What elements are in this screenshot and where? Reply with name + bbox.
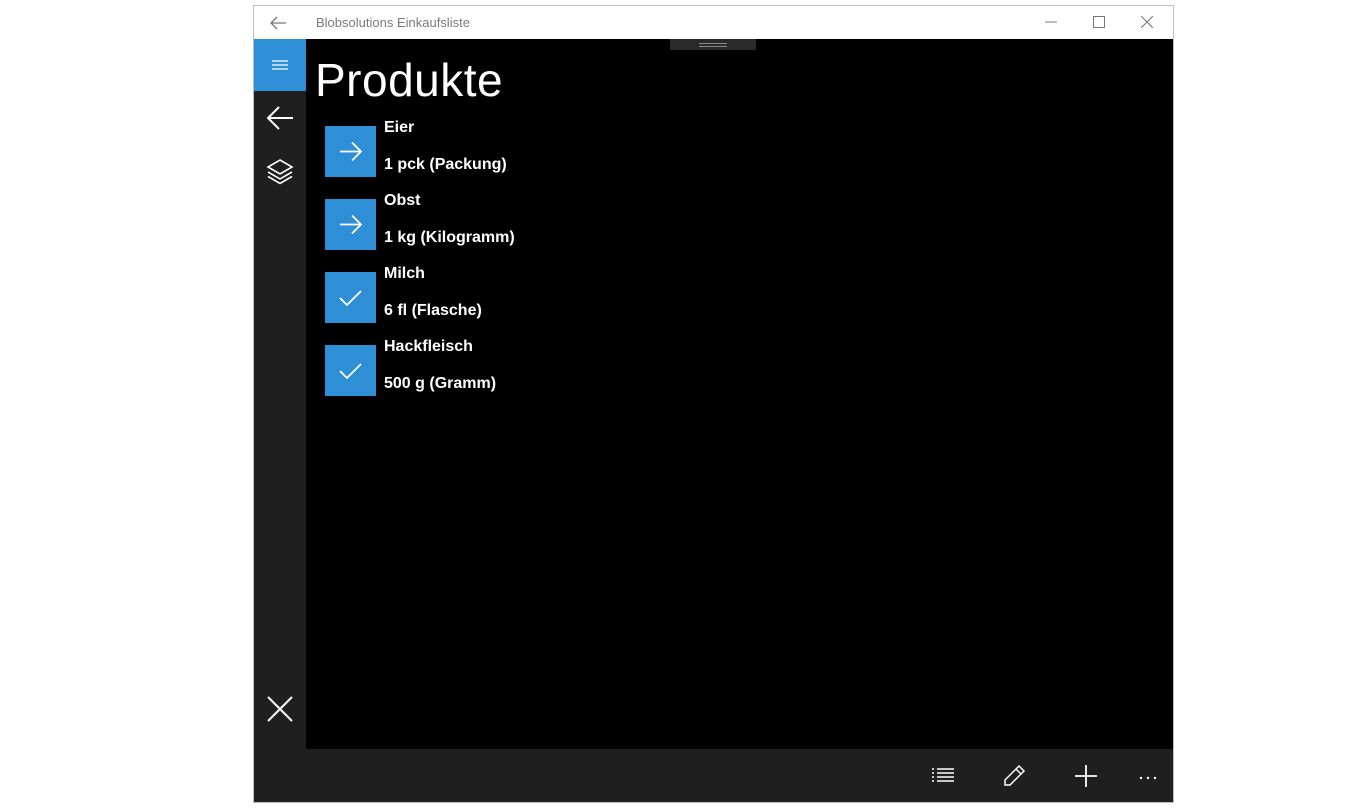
list-item[interactable]: Milch 6 fl (Flasche) (325, 265, 625, 338)
status-button[interactable] (325, 126, 376, 177)
product-name: Obst (384, 192, 421, 209)
status-button[interactable] (325, 199, 376, 250)
arrow-right-icon (340, 141, 363, 162)
status-button[interactable] (325, 272, 376, 323)
close-icon (267, 696, 293, 722)
window-title: Blobsolutions Einkaufsliste (316, 15, 470, 30)
nav-back-button[interactable] (266, 105, 294, 131)
navigation-pane (254, 39, 306, 749)
hamburger-icon (272, 60, 288, 70)
product-list: Eier 1 pck (Packung) Obst 1 kg (Kilogram… (325, 119, 625, 411)
more-icon (1139, 776, 1157, 780)
status-button[interactable] (325, 345, 376, 396)
product-name: Hackfleisch (384, 338, 473, 355)
title-bar: Blobsolutions Einkaufsliste (254, 6, 1173, 39)
maximize-button[interactable] (1075, 6, 1123, 39)
product-quantity: 1 pck (Packung) (384, 156, 507, 173)
plus-icon (1075, 765, 1097, 787)
layers-icon (266, 159, 294, 185)
nav-close-button[interactable] (266, 695, 294, 723)
main-content: Produkte Eier 1 pck (Packung) Obst 1 kg … (306, 39, 1173, 749)
close-window-button[interactable] (1123, 6, 1171, 39)
product-quantity: 6 fl (Flasche) (384, 302, 482, 319)
checkmark-icon (339, 290, 362, 307)
list-icon (932, 768, 954, 782)
drag-handle[interactable] (670, 39, 756, 50)
app-window: Blobsolutions Einkaufsliste Produkte Eie… (253, 5, 1174, 803)
arrow-left-icon (266, 106, 293, 130)
nav-lists-button[interactable] (266, 157, 294, 185)
list-item[interactable]: Hackfleisch 500 g (Gramm) (325, 338, 625, 411)
list-item[interactable]: Obst 1 kg (Kilogramm) (325, 192, 625, 265)
arrow-right-icon (340, 214, 363, 235)
pencil-icon (1004, 764, 1026, 786)
back-arrow-icon[interactable] (268, 14, 288, 32)
product-name: Eier (384, 119, 415, 136)
minimize-button[interactable] (1027, 6, 1075, 39)
product-quantity: 1 kg (Kilogramm) (384, 229, 515, 246)
checkmark-icon (339, 363, 362, 380)
product-quantity: 500 g (Gramm) (384, 375, 497, 392)
hamburger-menu-button[interactable] (254, 39, 306, 91)
product-name: Milch (384, 265, 425, 282)
add-button[interactable] (1071, 761, 1101, 791)
list-view-button[interactable] (928, 761, 958, 791)
edit-button[interactable] (999, 761, 1029, 791)
page-title: Produkte (315, 54, 504, 106)
list-item[interactable]: Eier 1 pck (Packung) (325, 119, 625, 192)
command-bar (254, 749, 1173, 802)
more-button[interactable] (1133, 761, 1163, 791)
